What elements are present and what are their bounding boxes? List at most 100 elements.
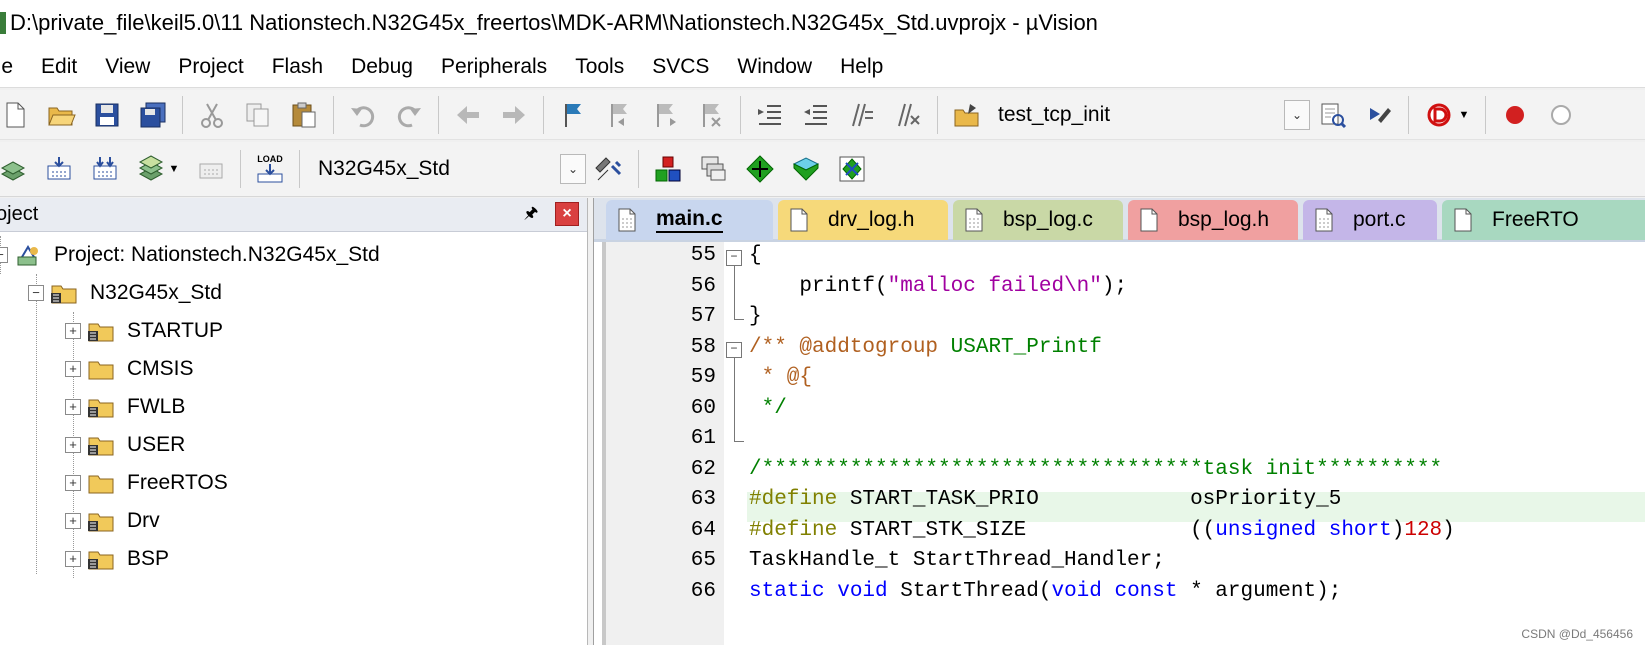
menu-svcs[interactable]: SVCS [637, 55, 722, 79]
breakpoint-icon[interactable] [1496, 96, 1534, 134]
tab-bsp-log-h[interactable]: bsp_log.h [1128, 200, 1298, 240]
expand-icon[interactable]: + [65, 323, 81, 339]
nav-back-icon[interactable] [449, 96, 487, 134]
tree-item-group[interactable]: + USER [65, 426, 185, 464]
tree-item-target[interactable]: − N32G45x_Std [28, 274, 222, 312]
download-icon[interactable]: LOAD [251, 150, 289, 188]
code-token: ) [1442, 518, 1455, 542]
uncomment-icon[interactable] [889, 96, 927, 134]
tree-item-group[interactable]: + BSP [65, 540, 169, 578]
code-line[interactable]: 64 #define START_STK_SIZE ((unsigned shor… [594, 519, 1645, 549]
tree-item-group[interactable]: + CMSIS [65, 350, 194, 388]
tree-item-label: USER [127, 433, 186, 456]
tab-port-c[interactable]: port.c [1303, 200, 1437, 240]
new-file-icon[interactable] [0, 96, 34, 134]
tree-item-group[interactable]: + Drv [65, 502, 160, 540]
menu-help[interactable]: Help [825, 55, 896, 79]
target-options-icon[interactable] [590, 150, 628, 188]
menu-edit[interactable]: Edit [26, 55, 90, 79]
select-packs-icon[interactable] [695, 150, 733, 188]
nav-forward-icon[interactable] [495, 96, 533, 134]
find-icon[interactable] [1314, 96, 1352, 134]
close-icon[interactable]: × [555, 202, 579, 226]
bookmark-prev-icon[interactable] [600, 96, 638, 134]
code-token: /** @addtogroup [749, 335, 951, 359]
menu-file[interactable]: ile [0, 55, 26, 79]
code-line[interactable]: 61 [594, 427, 1645, 457]
redo-icon[interactable] [390, 96, 428, 134]
code-token: START_STK_SIZE (( [849, 518, 1216, 542]
code-line[interactable]: 65 TaskHandle_t StartThread_Handler; [594, 549, 1645, 579]
expand-icon[interactable]: + [65, 475, 81, 491]
menu-window[interactable]: Window [722, 55, 825, 79]
collapse-icon[interactable]: − [28, 285, 44, 301]
tab-drv-log-h[interactable]: drv_log.h [778, 200, 948, 240]
stop-build-icon[interactable] [192, 150, 230, 188]
code-line[interactable]: 66 static void StartThread(void const * a… [594, 580, 1645, 610]
expand-icon[interactable]: + [65, 437, 81, 453]
rebuild-icon[interactable] [86, 150, 124, 188]
pin-icon[interactable]: 🖈 [520, 204, 542, 226]
chevron-down-icon[interactable]: ⌄ [1284, 99, 1310, 130]
code-line[interactable]: 63 #define START_TASK_PRIO osPriority_5 [594, 488, 1645, 518]
tree-item-group[interactable]: + FWLB [65, 388, 185, 426]
translate-icon[interactable] [0, 150, 32, 188]
tab-freertos[interactable]: FreeRTO [1442, 200, 1645, 240]
menu-flash[interactable]: Flash [257, 55, 336, 79]
incremental-find-icon[interactable] [1360, 96, 1398, 134]
find-combo[interactable]: test_tcp_init ⌄ [990, 95, 1310, 134]
undo-icon[interactable] [344, 96, 382, 134]
breakpoint-disable-icon[interactable] [1542, 96, 1580, 134]
fold-collapse-icon[interactable]: − [726, 341, 742, 358]
tab-bsp-log-c[interactable]: bsp_log.c [953, 200, 1123, 240]
code-line[interactable]: 60 */ [594, 396, 1645, 428]
c-file-icon [965, 208, 983, 232]
code-line[interactable]: 55−{ [594, 244, 1645, 276]
cut-icon[interactable] [193, 96, 231, 134]
collapse-icon[interactable]: − [0, 247, 8, 263]
code-line[interactable]: 62 /***********************************ta… [594, 458, 1645, 488]
chevron-down-icon[interactable]: ⌄ [560, 154, 586, 184]
indent-icon[interactable] [751, 96, 789, 134]
folder-icon [88, 513, 114, 532]
find-in-files-icon[interactable] [948, 96, 986, 134]
open-folder-icon[interactable] [42, 96, 80, 134]
bookmark-clear-icon[interactable] [692, 96, 730, 134]
tree-item-group[interactable]: + STARTUP [65, 312, 223, 350]
tree-item-group[interactable]: + FreeRTOS [65, 464, 228, 502]
pack-installer-icon[interactable] [741, 150, 779, 188]
expand-icon[interactable]: + [65, 513, 81, 529]
menu-view[interactable]: View [90, 55, 163, 79]
code-line[interactable]: 57} [594, 305, 1645, 335]
save-icon[interactable] [88, 96, 126, 134]
bookmark-set-icon[interactable] [554, 96, 592, 134]
tab-main-c[interactable]: main.c [606, 200, 773, 240]
expand-icon[interactable]: + [65, 361, 81, 377]
folder-icon [88, 399, 114, 418]
code-line[interactable]: 59 * @{ [594, 366, 1645, 397]
software-packs-icon[interactable] [833, 150, 871, 188]
batch-build-icon[interactable]: ▼ [132, 150, 184, 188]
code-editor[interactable]: 55−{56 printf("malloc failed\n"); 57} 58− /… [594, 242, 1645, 645]
run-time-env-icon[interactable] [787, 150, 825, 188]
tree-item-project[interactable]: − Project: Nationstech.N32G45x_Std [0, 236, 380, 274]
build-icon[interactable] [40, 150, 78, 188]
menu-project[interactable]: Project [163, 55, 256, 79]
debug-start-icon[interactable]: ▼ [1419, 96, 1475, 134]
paste-icon[interactable] [285, 96, 323, 134]
menu-debug[interactable]: Debug [336, 55, 426, 79]
comment-icon[interactable] [843, 96, 881, 134]
code-line[interactable]: 56 printf("malloc failed\n"); [594, 274, 1645, 306]
bookmark-next-icon[interactable] [646, 96, 684, 134]
target-combo[interactable]: N32G45x_Std ⌄ [310, 150, 586, 188]
fold-collapse-icon[interactable]: − [726, 250, 742, 266]
expand-icon[interactable]: + [65, 399, 81, 415]
save-all-icon[interactable] [134, 96, 172, 134]
menu-peripherals[interactable]: Peripherals [426, 55, 560, 79]
copy-icon[interactable] [239, 96, 277, 134]
unindent-icon[interactable] [797, 96, 835, 134]
expand-icon[interactable]: + [65, 551, 81, 567]
code-line[interactable]: 58−/** @addtogroup USART_Printf [594, 335, 1645, 368]
menu-tools[interactable]: Tools [560, 55, 637, 79]
manage-components-icon[interactable] [649, 150, 687, 188]
